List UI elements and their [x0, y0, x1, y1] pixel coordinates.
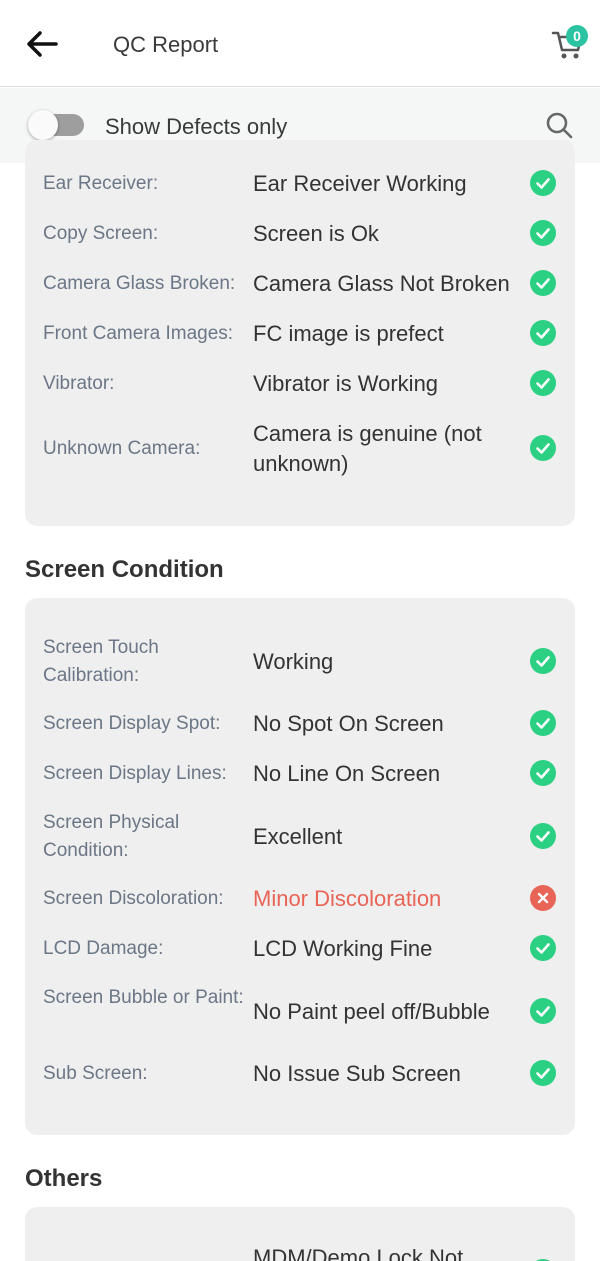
check-circle-icon [530, 710, 556, 736]
row-label: Copy Screen: [43, 223, 159, 244]
row-value: No Spot On Screen [253, 711, 444, 736]
row-label: Front Camera Images: [43, 323, 234, 344]
row-label: Screen Bubble or Paint: [43, 987, 244, 1008]
search-button[interactable] [542, 108, 576, 142]
row-value: Vibrator is Working [253, 371, 439, 396]
check-circle-icon [530, 270, 556, 296]
back-button[interactable] [22, 24, 66, 64]
row-value: No Line On Screen [253, 761, 441, 786]
row-label: Camera Glass Broken: [43, 273, 236, 294]
check-circle-icon [530, 370, 556, 396]
page-title: QC Report [113, 32, 219, 57]
row-value: Screen is Ok [253, 221, 379, 246]
check-circle-icon [530, 320, 556, 346]
x-circle-icon [530, 885, 556, 911]
check-circle-icon [530, 823, 556, 849]
check-circle-icon [530, 648, 556, 674]
row-label: Screen Physical Condition: [43, 812, 180, 861]
section-title-screen-condition: Screen Condition [25, 556, 224, 583]
row-label: Screen Display Spot: [43, 713, 221, 734]
row-value-defect: Minor Discoloration [253, 886, 442, 911]
toggle-knob [28, 110, 58, 140]
check-circle-icon [530, 220, 556, 246]
arrow-left-icon [27, 31, 58, 57]
row-label: Sub Screen: [43, 1063, 148, 1084]
check-circle-icon [530, 435, 556, 461]
section-title-others: Others [25, 1165, 103, 1192]
row-value: Working [253, 649, 334, 674]
check-circle-icon [530, 998, 556, 1024]
row-label: LCD Damage: [43, 938, 164, 959]
row-label: Vibrator: [43, 373, 115, 394]
row-value: No Issue Sub Screen [253, 1061, 461, 1086]
show-defects-toggle[interactable] [28, 110, 86, 140]
search-icon [546, 112, 573, 139]
row-value: LCD Working Fine [253, 936, 433, 961]
row-value: FC image is prefect [253, 321, 444, 346]
row-label: Screen Touch Calibration: [43, 637, 159, 686]
row-label: Ear Receiver: [43, 173, 159, 194]
check-circle-icon [530, 760, 556, 786]
row-value: No Paint peel off/Bubble [253, 999, 490, 1024]
check-circle-icon [530, 1060, 556, 1086]
row-value: Ear Receiver Working [253, 171, 467, 196]
cart-count-badge: 0 [566, 25, 588, 47]
row-value: Camera Glass Not Broken [253, 271, 510, 296]
row-value: MDM/Demo Lock Not [253, 1245, 464, 1261]
row-label: Screen Display Lines: [43, 763, 227, 784]
show-defects-label: Show Defects only [105, 114, 288, 139]
row-label: Unknown Camera: [43, 438, 201, 459]
row-value: Excellent [253, 824, 343, 849]
row-value: Camera is genuine (not unknown) [253, 421, 482, 476]
check-circle-icon [530, 935, 556, 961]
check-circle-icon [530, 170, 556, 196]
app-bar: QC Report 0 [0, 0, 600, 87]
row-label: Screen Discoloration: [43, 888, 224, 909]
